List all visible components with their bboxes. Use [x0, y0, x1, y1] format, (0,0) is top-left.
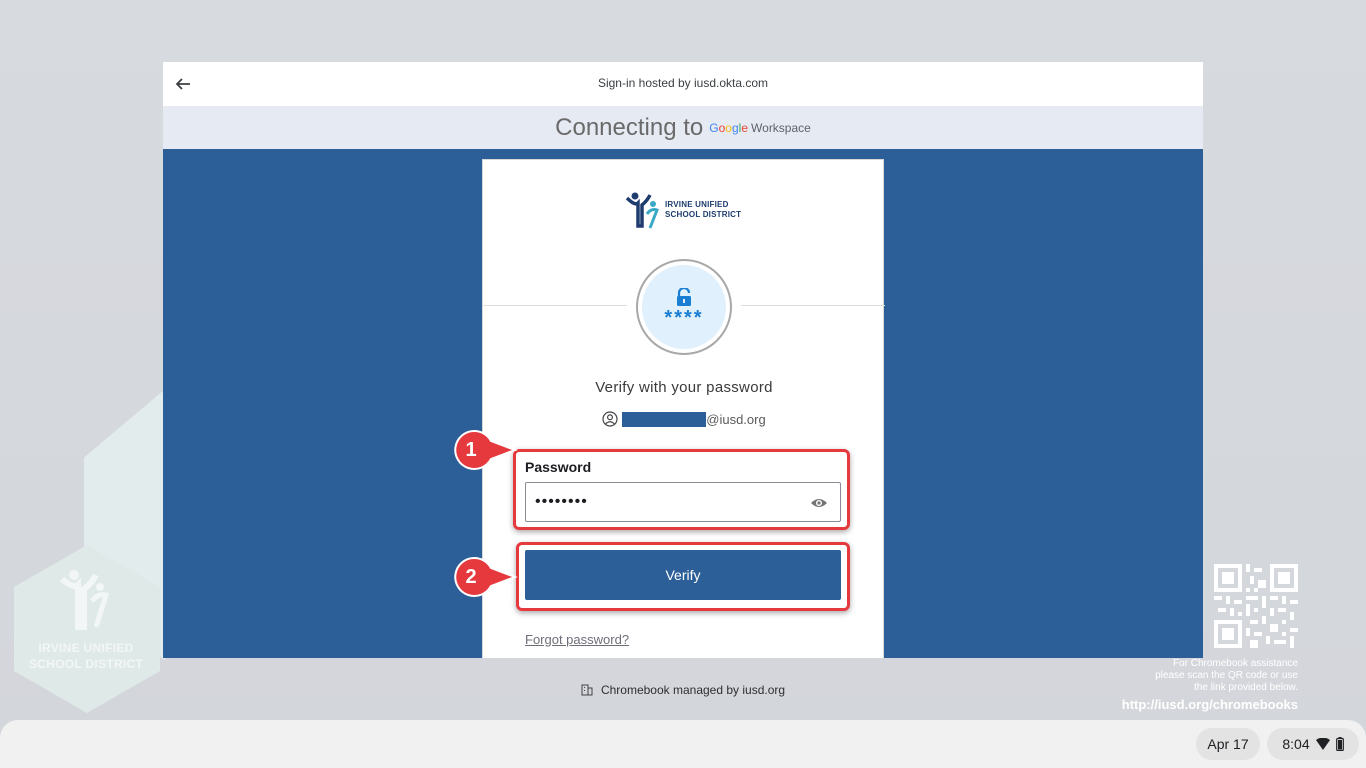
google-letter: G — [709, 120, 719, 135]
qr-help-text: For Chromebook assistance please scan th… — [1080, 658, 1298, 714]
password-factor-badge: **** — [636, 259, 732, 355]
user-domain: @iusd.org — [706, 411, 766, 427]
user-icon — [602, 411, 618, 427]
managed-notice-text: Chromebook managed by iusd.org — [600, 683, 786, 697]
google-workspace-logo: Google Workspace — [709, 121, 811, 135]
callout-arrow-icon — [454, 556, 518, 597]
forgot-password-link[interactable]: Forgot password? — [525, 632, 629, 647]
enterprise-building-icon — [581, 684, 593, 696]
user-identifier: @iusd.org — [483, 411, 885, 427]
verify-highlight-box — [516, 542, 850, 611]
workspace-label: Workspace — [751, 120, 811, 135]
battery-icon — [1335, 737, 1344, 751]
wifi-icon — [1315, 738, 1330, 750]
divider — [483, 305, 627, 306]
google-letter: e — [741, 120, 749, 135]
qr-code — [1214, 564, 1298, 648]
district-logo-line2: SCHOOL DISTRICT — [665, 210, 742, 219]
district-figure-icon — [60, 570, 110, 630]
qr-help-line: For Chromebook assistance — [1172, 658, 1298, 669]
connecting-bar: Connecting to Google Workspace — [163, 106, 1203, 149]
password-highlight-box — [513, 449, 850, 530]
google-letter: o — [725, 120, 732, 135]
qr-help-line: the link provided below. — [1194, 682, 1298, 693]
redacted-username — [622, 411, 707, 427]
district-logo: IRVINE UNIFIED SCHOOL DISTRICT — [625, 190, 745, 230]
time-label: 8:04 — [1282, 736, 1310, 752]
step-number: 1 — [465, 438, 477, 461]
callout-arrow-icon — [454, 429, 518, 470]
district-figure-icon — [625, 192, 659, 229]
divider — [741, 305, 885, 306]
shelf — [0, 720, 1366, 768]
wallpaper-district-logo: IRVINE UNIFIED SCHOOL DISTRICT — [22, 565, 150, 672]
wallpaper-logo-line2: SCHOOL DISTRICT — [28, 657, 144, 671]
step-number: 2 — [465, 565, 477, 588]
window-header: Sign-in hosted by iusd.okta.com — [163, 62, 1203, 106]
qr-help-line: please scan the QR code or use — [1155, 670, 1298, 681]
unlock-icon — [677, 288, 691, 306]
district-logo-line1: IRVINE UNIFIED — [665, 200, 729, 209]
wallpaper-logo-line1: IRVINE UNIFIED — [38, 641, 134, 655]
step-marker-1: 1 — [453, 429, 518, 471]
chromebooks-help-link: http://iusd.org/chromebooks — [1121, 697, 1298, 712]
date-label: Apr 17 — [1207, 736, 1249, 752]
google-letter: o — [718, 120, 726, 135]
verify-title: Verify with your password — [595, 379, 773, 396]
date-tray-button[interactable]: Apr 17 — [1196, 728, 1260, 760]
password-stars: **** — [664, 307, 704, 329]
step-marker-2: 2 — [453, 556, 518, 598]
connecting-label: Connecting to — [555, 113, 704, 141]
google-letter: g — [731, 120, 739, 135]
status-tray-button[interactable]: 8:04 — [1267, 728, 1359, 760]
host-label: Sign-in hosted by iusd.okta.com — [597, 76, 769, 90]
